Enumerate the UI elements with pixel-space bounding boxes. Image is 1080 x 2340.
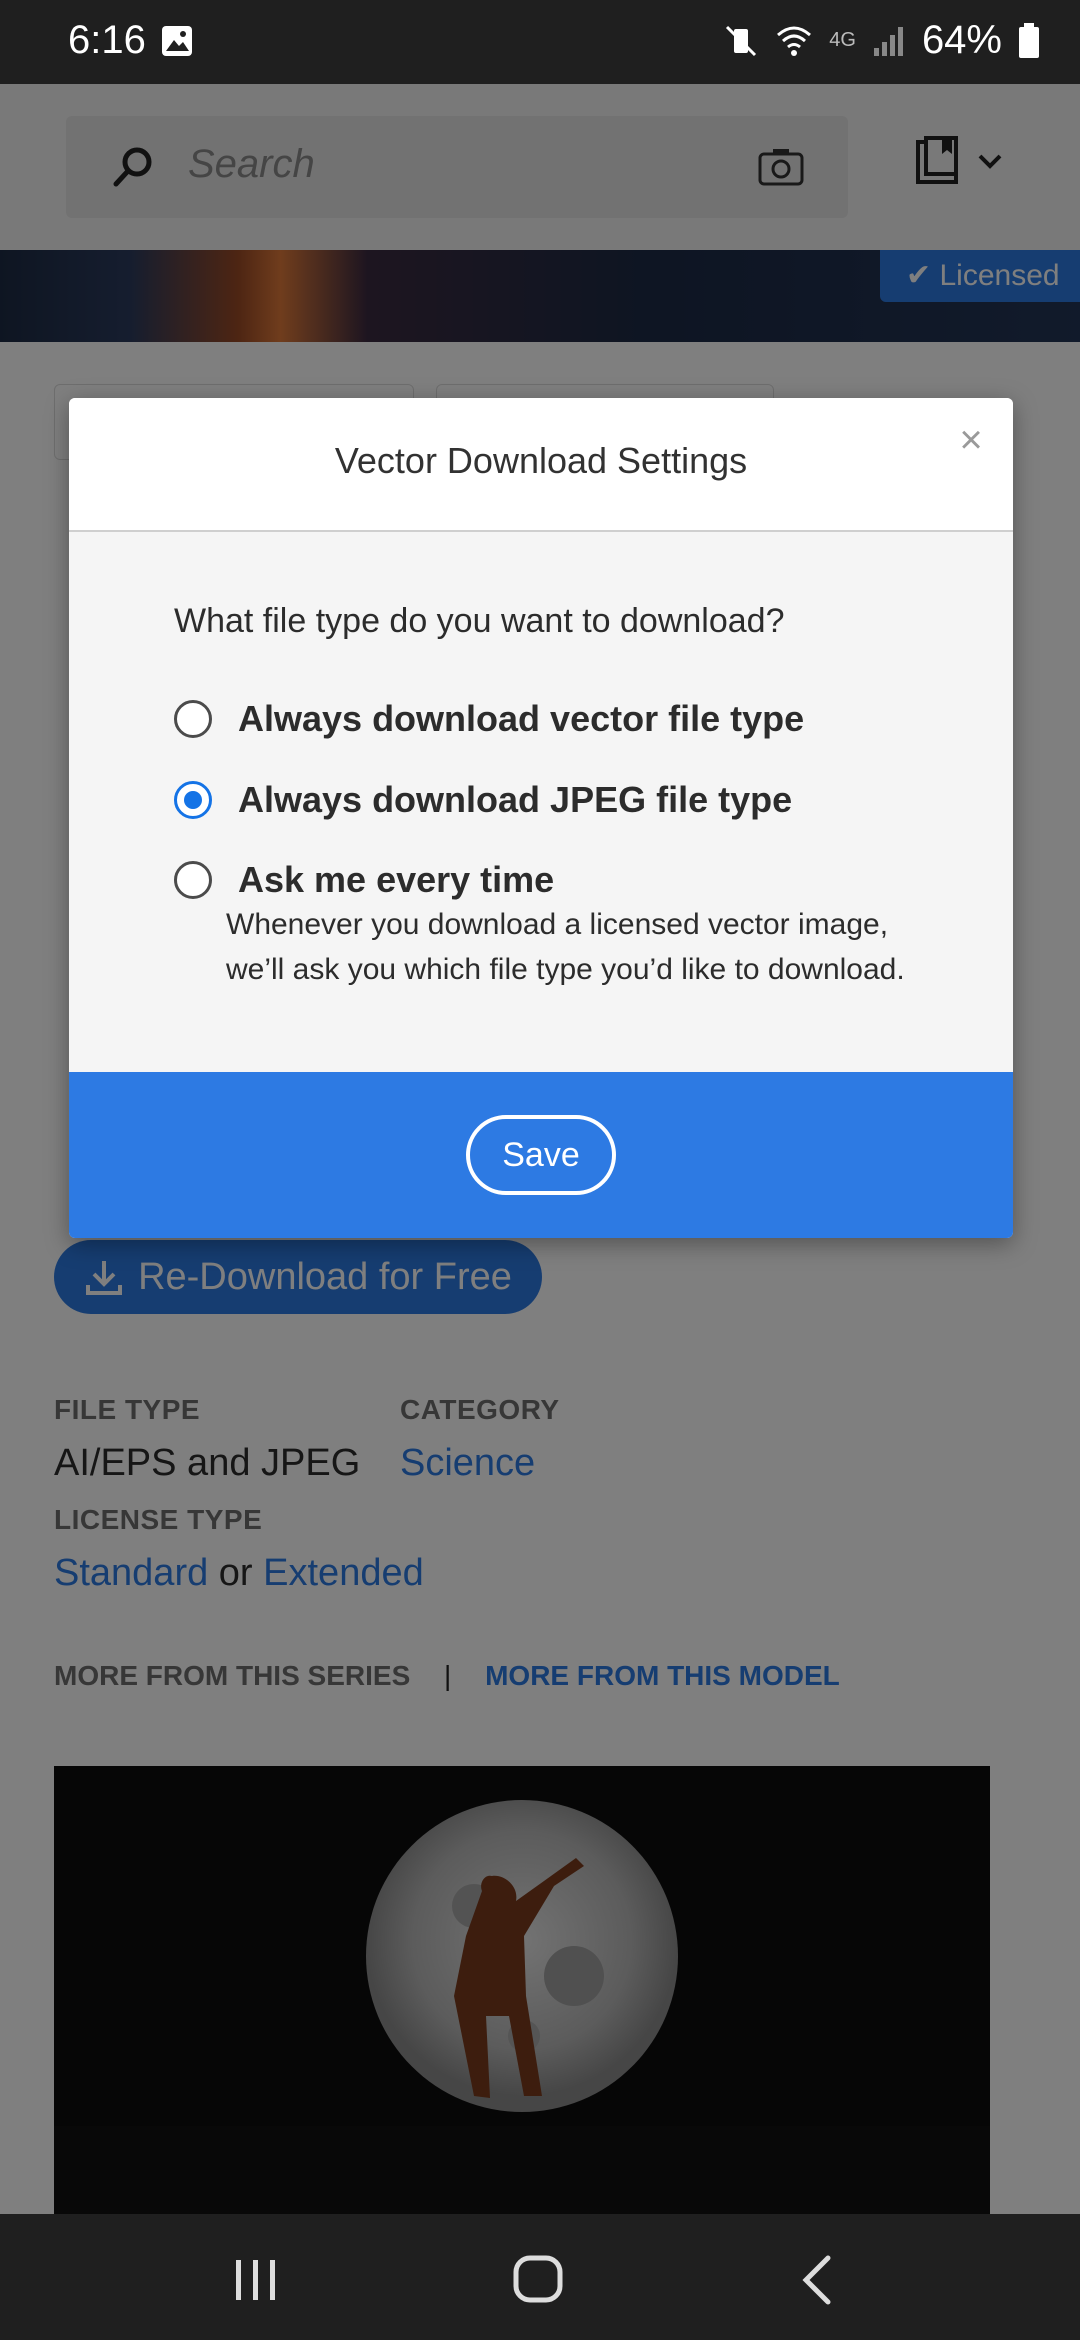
wifi-icon [777, 26, 812, 56]
vibrate-mute-icon [726, 25, 757, 56]
home-icon[interactable] [512, 2254, 564, 2304]
vector-download-settings-dialog: Vector Download Settings × What file typ… [69, 398, 1013, 1238]
back-icon[interactable] [800, 2254, 834, 2306]
save-button[interactable]: Save [466, 1115, 616, 1195]
option-jpeg[interactable]: Always download JPEG file type [174, 779, 792, 821]
signal-icon [873, 26, 903, 56]
option-vector-label: Always download vector file type [238, 698, 805, 739]
battery-percent: 64% [921, 18, 1002, 62]
status-time: 6:16 [68, 18, 146, 62]
close-icon[interactable]: × [951, 420, 991, 460]
option-vector[interactable]: Always download vector file type [174, 698, 804, 740]
dialog-footer: Save [69, 1072, 1013, 1238]
gallery-notification-icon [162, 26, 192, 56]
battery-icon [1019, 22, 1039, 58]
radio-jpeg[interactable] [174, 781, 212, 819]
radio-vector[interactable] [174, 700, 212, 738]
ask-option-description: Whenever you download a licensed vector … [226, 908, 905, 986]
network-type: 4G [829, 29, 856, 51]
status-bar: 6:16 4G 64% [0, 0, 1080, 84]
file-type-question: What file type do you want to download? [174, 602, 785, 640]
dialog-header: Vector Download Settings × [69, 398, 1013, 532]
radio-ask[interactable] [174, 861, 212, 899]
recent-apps-icon[interactable] [232, 2258, 280, 2302]
option-ask[interactable]: Ask me every time [174, 859, 554, 901]
option-jpeg-label: Always download JPEG file type [238, 779, 793, 820]
option-ask-label: Ask me every time [238, 859, 555, 900]
dialog-title: Vector Download Settings [334, 440, 748, 481]
system-nav-bar [0, 2214, 1080, 2340]
